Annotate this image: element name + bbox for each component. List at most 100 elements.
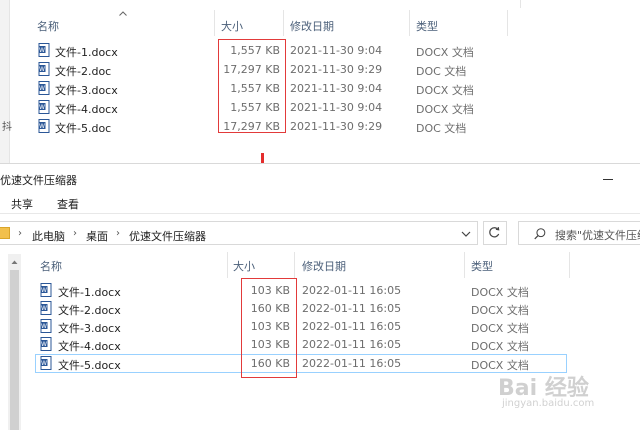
ribbon-tabs: 共享 查看 — [0, 192, 640, 214]
file-name: 文件-2.doc — [55, 65, 112, 78]
file-type: DOCX 文档 — [471, 340, 529, 353]
file-type: DOCX 文档 — [471, 322, 529, 335]
word-document-icon: W — [40, 283, 52, 297]
column-header-name[interactable]: 名称 — [40, 258, 62, 274]
file-name: 文件-2.docx — [58, 304, 121, 317]
minimize-button[interactable] — [592, 166, 632, 190]
file-name: 文件-1.docx — [55, 46, 118, 59]
scroll-up-icon[interactable] — [8, 257, 21, 267]
chevron-down-icon[interactable] — [458, 226, 474, 242]
column-divider[interactable] — [227, 252, 228, 278]
file-modified: 2021-11-30 9:04 — [290, 82, 383, 95]
tab-share[interactable]: 共享 — [11, 196, 33, 212]
column-header-name[interactable]: 名称 — [37, 18, 59, 34]
refresh-button[interactable] — [483, 221, 507, 245]
navigation-strip: 抖 — [0, 0, 12, 163]
svg-text:W: W — [39, 104, 45, 111]
file-type: DOCX 文档 — [471, 304, 529, 317]
file-modified: 2022-01-11 16:05 — [302, 284, 402, 297]
column-divider[interactable] — [409, 10, 410, 36]
column-divider[interactable] — [214, 10, 215, 36]
size-highlight-box — [241, 278, 297, 378]
address-row: › 此电脑 › 桌面 › 优速文件压缩器 搜索"优速文件压缩器" — [0, 219, 640, 247]
word-document-icon: W — [38, 62, 50, 76]
search-input[interactable]: 搜索"优速文件压缩器" — [518, 221, 640, 245]
search-icon — [534, 228, 546, 240]
search-placeholder: 搜索"优速文件压缩器" — [555, 229, 640, 242]
column-header-size[interactable]: 大小 — [233, 258, 255, 274]
word-document-icon: W — [40, 319, 52, 333]
pane-edge — [520, 0, 640, 8]
refresh-icon — [489, 226, 500, 238]
nav-strip-glyph: 抖 — [2, 122, 12, 133]
file-name: 文件-1.docx — [58, 286, 121, 299]
address-bar[interactable]: › 此电脑 › 桌面 › 优速文件压缩器 — [0, 221, 478, 245]
baidu-watermark: Bai 经验 jingyan.baidu.com — [498, 370, 608, 412]
file-modified: 2022-01-11 16:05 — [302, 338, 402, 351]
navigation-pane — [0, 254, 22, 430]
svg-text:W: W — [39, 123, 45, 130]
word-document-icon: W — [40, 337, 52, 351]
file-modified: 2022-01-11 16:05 — [302, 302, 402, 315]
window-title: 优速文件压缩器 — [0, 174, 77, 187]
title-bar[interactable]: 优速文件压缩器 — [0, 164, 640, 192]
column-divider[interactable] — [294, 252, 295, 278]
svg-text:W: W — [39, 66, 45, 73]
word-document-icon: W — [38, 100, 50, 114]
word-document-icon: W — [40, 356, 52, 370]
svg-text:W: W — [41, 323, 47, 330]
svg-text:W: W — [39, 47, 45, 54]
column-header-type[interactable]: 类型 — [416, 18, 438, 34]
file-type: DOC 文档 — [416, 122, 467, 135]
column-divider[interactable] — [464, 252, 465, 278]
column-divider[interactable] — [569, 252, 570, 278]
file-type: DOCX 文档 — [471, 286, 529, 299]
column-header-size[interactable]: 大小 — [221, 18, 243, 34]
column-header-modified[interactable]: 修改日期 — [290, 18, 334, 34]
file-type: DOCX 文档 — [416, 46, 474, 59]
file-name: 文件-5.doc — [55, 122, 112, 135]
column-header-modified[interactable]: 修改日期 — [302, 258, 346, 274]
svg-text:W: W — [39, 85, 45, 92]
file-name: 文件-5.docx — [58, 359, 121, 372]
column-divider[interactable] — [283, 10, 284, 36]
breadcrumb-separator-icon: › — [73, 228, 77, 239]
word-document-icon: W — [38, 81, 50, 95]
top-explorer-pane: 抖 名称 大小 修改日期 类型 W 文件-1.docx 1,557 KB 202… — [0, 0, 640, 163]
word-document-icon: W — [38, 119, 50, 133]
breadcrumb-desktop[interactable]: 桌面 — [86, 228, 108, 244]
folder-icon — [0, 227, 10, 239]
svg-text:W: W — [41, 360, 47, 367]
breadcrumb-this-pc[interactable]: 此电脑 — [32, 228, 65, 244]
column-divider[interactable] — [507, 10, 508, 36]
file-type: DOC 文档 — [416, 65, 467, 78]
file-modified: 2021-11-30 9:04 — [290, 44, 383, 57]
file-name: 文件-3.docx — [58, 322, 121, 335]
breadcrumb-separator-icon: › — [116, 228, 120, 239]
scrollbar-thumb[interactable] — [10, 270, 19, 430]
sort-ascending-icon — [119, 11, 127, 16]
file-name: 文件-4.docx — [55, 103, 118, 116]
minimize-icon — [603, 179, 613, 180]
file-modified: 2022-01-11 16:05 — [302, 357, 402, 370]
tab-view[interactable]: 查看 — [57, 196, 79, 212]
file-modified: 2021-11-30 9:29 — [290, 120, 383, 133]
word-document-icon: W — [40, 301, 52, 315]
svg-text:W: W — [41, 341, 47, 348]
svg-text:W: W — [41, 287, 47, 294]
word-document-icon: W — [38, 43, 50, 57]
breadcrumb-current-folder[interactable]: 优速文件压缩器 — [129, 228, 206, 244]
breadcrumb-separator-icon: › — [18, 228, 22, 239]
file-modified: 2022-01-11 16:05 — [302, 320, 402, 333]
navigation-scrollbar[interactable] — [8, 254, 21, 430]
watermark-url: jingyan.baidu.com — [502, 398, 595, 409]
svg-text:W: W — [41, 305, 47, 312]
file-modified: 2021-11-30 9:29 — [290, 63, 383, 76]
file-type: DOCX 文档 — [416, 103, 474, 116]
file-name: 文件-4.docx — [58, 340, 121, 353]
file-type: DOCX 文档 — [416, 84, 474, 97]
file-modified: 2021-11-30 9:04 — [290, 101, 383, 114]
size-highlight-box — [218, 39, 286, 133]
column-header-type[interactable]: 类型 — [471, 258, 493, 274]
file-name: 文件-3.docx — [55, 84, 118, 97]
